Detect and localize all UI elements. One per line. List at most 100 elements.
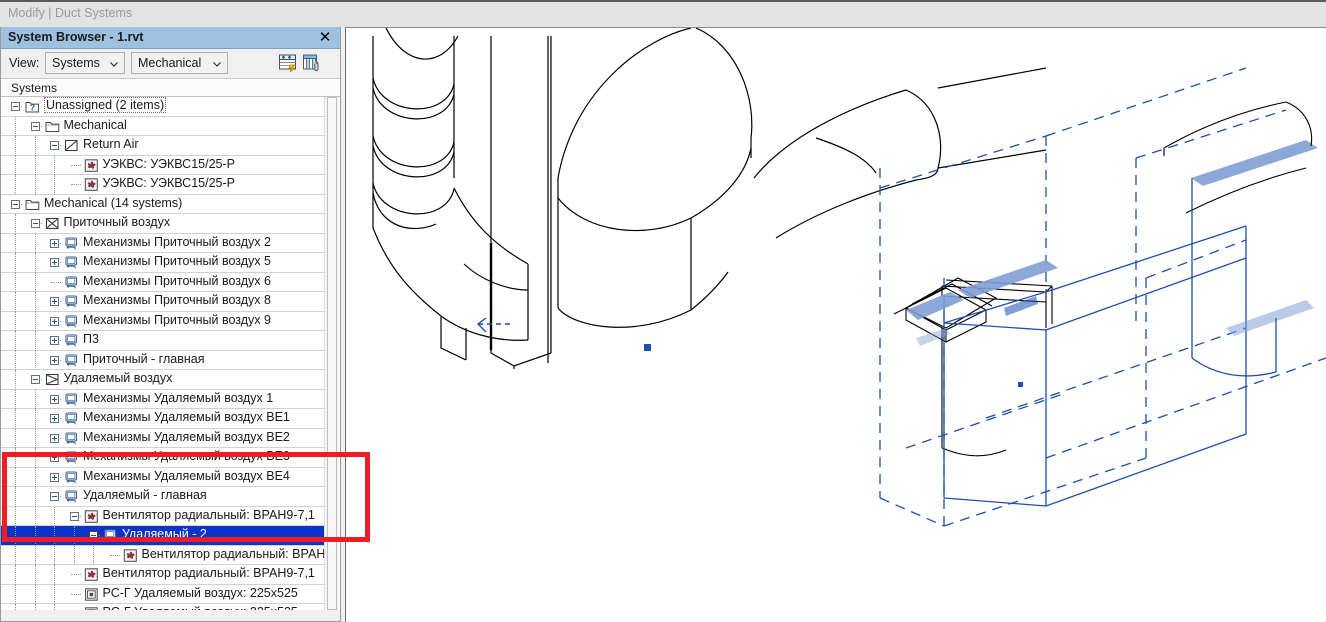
tree-guide-line (34, 175, 37, 195)
tree-guide-line (34, 311, 37, 331)
tree-row[interactable]: Механизмы Приточный воздух 5 (1, 253, 326, 273)
view-type-dropdown[interactable]: Systems (45, 52, 125, 74)
tree-collapse-toggle[interactable] (50, 141, 59, 150)
equipment-icon (65, 451, 78, 464)
tree-row[interactable]: Вентилятор радиальный: ВРАН9-7 (1, 545, 326, 565)
tree-row-label: Вентилятор радиальный: ВРАН9-7,1 (102, 566, 315, 580)
tree-guide-line (54, 175, 56, 195)
tree-row[interactable]: Mechanical (1, 116, 326, 136)
tree-guide-line (54, 506, 56, 526)
tree-expand-toggle[interactable] (50, 258, 59, 267)
tree-row-label: РС-Г Удаляемый воздух: 225х525 (103, 605, 298, 610)
tree-row-label: Механизмы Приточный воздух 8 (83, 293, 271, 307)
tree-row[interactable]: Механизмы Удаляемый воздух ВЕ1 (1, 409, 326, 429)
tree-scrollbar-thumb[interactable] (327, 97, 337, 610)
revit-window: Modify | Duct Systems System Browser - 1… (0, 0, 1326, 622)
tree-elbow-line (109, 554, 120, 557)
tree-guide-line (15, 214, 17, 234)
tree-row[interactable]: РС-Г Удаляемый воздух: 225х525 (1, 604, 326, 610)
system-tree-rows[interactable]: ? Unassigned (2 items) Mechanical Return Ai… (1, 97, 326, 610)
tree-collapse-toggle[interactable] (50, 492, 59, 501)
tree-expand-toggle[interactable] (50, 453, 59, 462)
tree-expand-toggle[interactable] (50, 394, 59, 404)
tree-row[interactable]: Механизмы Приточный воздух 9 (1, 311, 326, 331)
tree-guide-line (54, 526, 56, 546)
tree-row[interactable]: Механизмы Удаляемый воздух ВЕ2 (1, 428, 326, 448)
tree-row-label: Механизмы Удаляемый воздух ВЕ3 (83, 449, 290, 463)
tree-row-label: УЭКВС: УЭКВС15/25-Р (102, 156, 236, 171)
tree-guide-line (15, 409, 17, 429)
unassigned-question-icon: ? (25, 102, 39, 113)
chevron-down-icon (213, 62, 221, 67)
equipment-icon (65, 236, 78, 249)
view-type-dropdown-value: Systems (52, 56, 100, 70)
tree-row[interactable]: УЭКВС: УЭКВС15/25-Р (1, 175, 326, 195)
tree-row[interactable]: Механизмы Приточный воздух 6 (1, 272, 326, 292)
tree-guide-line (34, 136, 37, 156)
tree-expand-toggle[interactable] (50, 472, 59, 482)
tree-row[interactable]: Вентилятор радиальный: ВРАН9-7,1 (1, 565, 326, 585)
tree-elbow-line (70, 184, 81, 186)
tree-expand-toggle[interactable] (50, 238, 59, 248)
tree-guide-line (73, 545, 76, 565)
exhaust-air-icon (45, 373, 59, 386)
tree-collapse-toggle[interactable] (30, 219, 40, 228)
tree-row[interactable]: Механизмы Приточный воздух 8 (1, 292, 326, 312)
drawing-viewport[interactable] (346, 28, 1326, 622)
system-tree[interactable]: ? Unassigned (2 items) Mechanical Return Ai… (1, 97, 340, 610)
tree-row[interactable]: УЭКВС: УЭКВС15/25-Р (1, 155, 326, 175)
tree-vertical-scrollbar[interactable] (324, 97, 339, 610)
equipment-icon (65, 412, 78, 425)
tree-guide-line (34, 448, 37, 468)
tree-guide-line (15, 448, 17, 468)
tree-row[interactable]: Механизмы Удаляемый воздух ВЕ3 (1, 448, 326, 468)
tree-guide-line (54, 584, 56, 604)
expand-all-icon[interactable] (278, 53, 298, 73)
equipment-icon (104, 529, 117, 542)
tree-collapse-toggle[interactable] (11, 199, 20, 209)
tree-row[interactable]: П3 (1, 331, 326, 351)
system-browser-toolbar: View: Systems Mechanical (1, 49, 340, 79)
tree-row[interactable]: Mechanical (14 systems) (1, 195, 326, 214)
tree-guide-line (15, 545, 17, 565)
tree-collapse-toggle[interactable] (69, 511, 79, 521)
tree-guide-line (54, 565, 56, 585)
tree-row-label: Механизмы Приточный воздух 9 (83, 312, 271, 327)
tree-collapse-toggle[interactable] (30, 121, 40, 131)
tree-expand-toggle[interactable] (50, 355, 59, 365)
equipment-icon (65, 490, 78, 503)
tree-guide-line (15, 526, 17, 546)
tree-row[interactable]: Return Air (1, 136, 326, 156)
tree-row[interactable]: Удаляемый воздух (1, 370, 326, 390)
tree-row[interactable]: Механизмы Удаляемый воздух 1 (1, 389, 326, 409)
equipment-icon (65, 334, 78, 347)
tree-row[interactable]: Вентилятор радиальный: ВРАН9-7,1 (1, 506, 326, 526)
tree-expand-toggle[interactable] (50, 414, 59, 423)
tree-collapse-toggle[interactable] (11, 102, 20, 111)
tree-row[interactable]: ? Unassigned (2 items) (1, 97, 326, 117)
tree-expand-toggle[interactable] (50, 297, 59, 306)
tree-guide-line (34, 604, 37, 610)
tree-expand-toggle[interactable] (50, 316, 59, 326)
view-label: View: (9, 56, 40, 70)
columns-settings-icon[interactable] (302, 53, 322, 73)
tree-expand-toggle[interactable] (50, 336, 59, 345)
tree-collapse-toggle[interactable] (30, 375, 40, 384)
tree-row[interactable]: Механизмы Удаляемый воздух ВЕ4 (1, 467, 326, 487)
tree-row[interactable]: Приточный воздух (1, 214, 326, 234)
tree-row[interactable]: Приточный - главная (1, 350, 326, 370)
system-browser-titlebar: System Browser - 1.rvt ✕ (1, 27, 340, 49)
folder-icon (25, 199, 40, 210)
tree-row[interactable]: Механизмы Приточный воздух 2 (1, 233, 326, 253)
tree-collapse-toggle[interactable] (89, 531, 98, 540)
tree-expand-toggle[interactable] (50, 433, 59, 443)
discipline-dropdown[interactable]: Mechanical (131, 52, 228, 74)
tree-row[interactable]: Удаляемый - главная (1, 487, 326, 507)
tree-row[interactable]: Удаляемый - 2 (1, 526, 326, 546)
duct-model-drawing (372, 28, 1326, 527)
tree-row-label: Механизмы Удаляемый воздух 1 (83, 390, 274, 405)
panel-right-divider[interactable] (341, 27, 346, 622)
tree-guide-line (34, 409, 37, 429)
close-icon[interactable]: ✕ (316, 28, 334, 47)
tree-row[interactable]: РС-Г Удаляемый воздух: 225х525 (1, 584, 326, 604)
